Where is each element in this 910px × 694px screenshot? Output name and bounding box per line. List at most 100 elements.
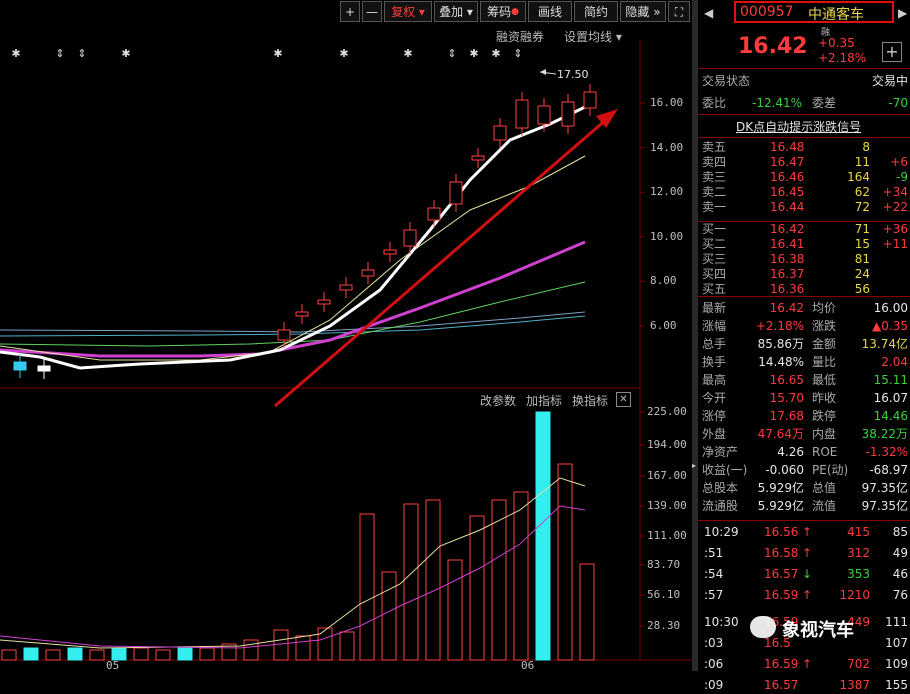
kline-chart[interactable]: ✱ ⇕ ⇕ ✱ ✱ ✱ ✱ ⇕ ✱ ✱ ⇕ <box>0 0 692 671</box>
volume-bar[interactable] <box>1 649 17 661</box>
tick-volume: 1210 <box>839 588 870 602</box>
candle-body[interactable] <box>295 311 309 317</box>
tick-direction-icon: ↑ <box>802 546 813 560</box>
bids-row[interactable]: 买二 16.41 15 +11 <box>698 237 910 252</box>
volume-bar[interactable] <box>273 629 289 661</box>
stat-value-2: -1.32% <box>865 445 908 459</box>
event-marker[interactable]: ⇕ <box>55 47 64 60</box>
volume-bar[interactable] <box>469 515 485 661</box>
event-marker[interactable]: ✱ <box>273 47 282 60</box>
volume-bar[interactable] <box>23 647 39 661</box>
bids-row[interactable]: 买三 16.38 81 <box>698 252 910 267</box>
volume-bar[interactable] <box>295 635 311 661</box>
stat-value-2: 13.74亿 <box>861 337 908 351</box>
switch-indicator-button[interactable]: 换指标 <box>572 392 608 409</box>
candle-body[interactable] <box>361 269 375 277</box>
book-price: 16.47 <box>770 155 805 169</box>
candle-body[interactable] <box>583 91 597 109</box>
candle-body[interactable] <box>37 365 51 372</box>
tick-count: 76 <box>892 588 908 602</box>
ma-line-green <box>0 281 586 347</box>
candle-body[interactable] <box>427 207 441 221</box>
book-volume: 56 <box>854 282 870 296</box>
tick-volume: 353 <box>847 567 870 581</box>
volume-bar[interactable] <box>177 647 193 661</box>
asks-row[interactable]: 卖三 16.46 164 -9 <box>698 170 910 185</box>
asks-row[interactable]: 卖五 16.48 8 <box>698 140 910 155</box>
volume-tick-label: 225.00 <box>647 405 687 418</box>
volume-bar[interactable] <box>491 499 507 661</box>
event-marker[interactable]: ✱ <box>469 47 478 60</box>
add-indicator-button[interactable]: 加指标 <box>526 392 562 409</box>
bids-row[interactable]: 买五 16.36 56 <box>698 282 910 297</box>
stat-value-2: -68.97 <box>869 463 908 477</box>
stock-title-box[interactable]: 000957 中通客车 <box>734 1 894 23</box>
next-stock-icon[interactable]: ▶ <box>898 6 907 20</box>
tick-price: 16.59 <box>764 588 799 602</box>
close-indicator-icon[interactable]: ✕ <box>616 392 631 407</box>
bids-row[interactable]: 买四 16.37 24 <box>698 267 910 282</box>
prev-stock-icon[interactable]: ◀ <box>704 6 713 20</box>
volume-bar[interactable] <box>579 563 595 661</box>
volume-bar[interactable] <box>359 513 375 661</box>
candle-body[interactable] <box>561 101 575 127</box>
event-marker[interactable]: ⇕ <box>77 47 86 60</box>
volume-tick-label: 28.30 <box>647 619 681 632</box>
stat-label: 净资产 <box>702 445 739 459</box>
volume-bar[interactable] <box>339 631 355 661</box>
book-volume: 24 <box>854 267 870 281</box>
volume-bar[interactable] <box>557 463 573 661</box>
dk-signal-link[interactable]: DK点自动提示涨跌信号 <box>736 118 861 135</box>
stat-value: 5.929亿 <box>757 499 804 513</box>
asks-row[interactable]: 卖二 16.45 62 +34 <box>698 185 910 200</box>
tick-row: :54 16.57 ↓ 353 46 <box>698 566 910 583</box>
volume-bar[interactable] <box>403 503 419 661</box>
book-level-label: 买三 <box>702 252 727 266</box>
volume-bar[interactable] <box>133 647 149 661</box>
volume-bar[interactable] <box>155 649 171 661</box>
candle-body[interactable] <box>317 299 331 305</box>
change-params-button[interactable]: 改参数 <box>480 392 516 409</box>
volume-bar[interactable] <box>513 491 529 661</box>
volume-bar[interactable] <box>317 627 333 661</box>
event-marker[interactable]: ⇕ <box>513 47 522 60</box>
volume-bar[interactable] <box>243 639 259 661</box>
candle-body[interactable] <box>383 249 397 255</box>
tick-time: :54 <box>704 567 724 581</box>
volume-bar[interactable] <box>381 571 397 661</box>
event-marker[interactable]: ⇕ <box>447 47 456 60</box>
candle-body[interactable] <box>471 155 485 161</box>
event-marker[interactable]: ✱ <box>121 47 130 60</box>
asks-row[interactable]: 卖一 16.44 72 +22 <box>698 200 910 215</box>
volume-tick-label: 167.00 <box>647 469 687 482</box>
candle-body[interactable] <box>403 229 417 247</box>
volume-bar[interactable] <box>535 411 551 661</box>
candle-body[interactable] <box>537 105 551 125</box>
candle-body[interactable] <box>449 181 463 205</box>
stat-row: 总手 85.86万 金额 13.74亿 <box>698 336 910 353</box>
add-watchlist-button[interactable]: + <box>882 42 902 62</box>
volume-bar[interactable] <box>67 647 83 661</box>
event-marker[interactable]: ✱ <box>403 47 412 60</box>
candle-body[interactable] <box>277 329 291 341</box>
event-marker[interactable]: ✱ <box>339 47 348 60</box>
stat-row: 最新 16.42 均价 16.00 <box>698 300 910 317</box>
candle-body[interactable] <box>339 284 353 291</box>
bids-row[interactable]: 买一 16.42 71 +36 <box>698 222 910 237</box>
candle-body[interactable] <box>515 99 529 129</box>
asks-row[interactable]: 卖四 16.47 11 +6 <box>698 155 910 170</box>
volume-bar[interactable] <box>45 649 61 661</box>
stat-label: 涨幅 <box>702 319 727 333</box>
stat-label: 外盘 <box>702 427 727 441</box>
volume-bar[interactable] <box>199 647 215 661</box>
book-price: 16.45 <box>770 185 805 199</box>
tick-row: :09 16.57 1387 155 <box>698 677 910 694</box>
volume-bar[interactable] <box>89 649 105 661</box>
candle-body[interactable] <box>13 361 27 371</box>
candle-body[interactable] <box>493 125 507 141</box>
event-marker[interactable]: ✱ <box>11 47 20 60</box>
stat-label: 今开 <box>702 391 727 405</box>
event-marker[interactable]: ✱ <box>491 47 500 60</box>
volume-bar[interactable] <box>425 499 441 661</box>
volume-bar[interactable] <box>447 559 463 661</box>
